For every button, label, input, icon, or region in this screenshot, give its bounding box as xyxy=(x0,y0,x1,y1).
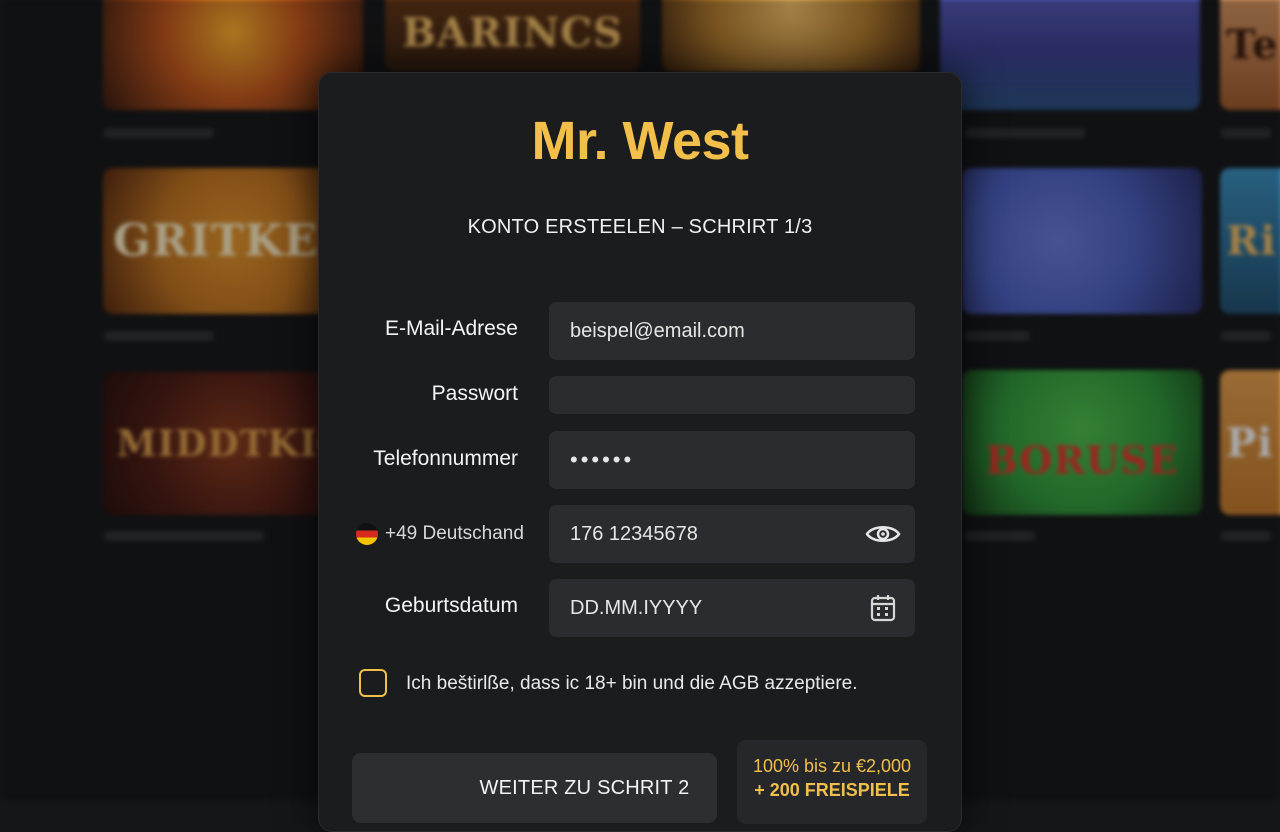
bonus-badge[interactable]: 100% bis zu €2,000 + 200 FREISPIELE xyxy=(737,740,927,824)
birthdate-placeholder: DD.MM.IYYYY xyxy=(570,596,703,619)
terms-checkbox[interactable] xyxy=(359,669,387,697)
email-value: beispel@email.com xyxy=(570,319,745,342)
calendar-icon[interactable] xyxy=(863,588,903,628)
birthdate-field[interactable]: DD.MM.IYYYY xyxy=(549,579,915,637)
brand-logo: Mr. West xyxy=(531,111,749,171)
step-title: KONTO ERSTEELEN – SCHRIRT 1/3 xyxy=(467,216,813,238)
email-label: E-Mail-Adrese xyxy=(384,317,518,340)
terms-label: Ich beštirlße, dass ic 18+ bin und die A… xyxy=(406,673,858,694)
germany-flag-icon xyxy=(356,523,378,545)
bonus-line-1: 100% bis zu €2,000 xyxy=(752,756,912,776)
country-code-selector[interactable]: +49 Deutschand xyxy=(356,523,524,545)
phone-number-field[interactable]: 176 12345678 xyxy=(549,505,915,563)
email-field[interactable]: beispel@email.com xyxy=(549,302,915,360)
next-step-button[interactable]: WEITER ZU SCHRIT 2 xyxy=(352,753,717,823)
birthdate-label: Geburtsdatum xyxy=(384,594,518,617)
eye-icon[interactable] xyxy=(863,514,903,554)
password-field[interactable] xyxy=(549,376,915,414)
phone-number-value: 176 12345678 xyxy=(570,522,698,545)
password-label: Passwort xyxy=(431,382,518,405)
phone-masked-field[interactable]: •••••• xyxy=(549,431,915,489)
country-code-label: +49 Deutschand xyxy=(385,523,524,544)
phone-label: Telefonnummer xyxy=(373,447,518,470)
registration-modal: Mr. West KONTO ERSTEELEN – SCHRIRT 1/3 E… xyxy=(318,72,962,832)
bonus-line-2: + 200 FREISPIELE xyxy=(754,780,910,800)
phone-masked-value: •••••• xyxy=(570,447,635,472)
